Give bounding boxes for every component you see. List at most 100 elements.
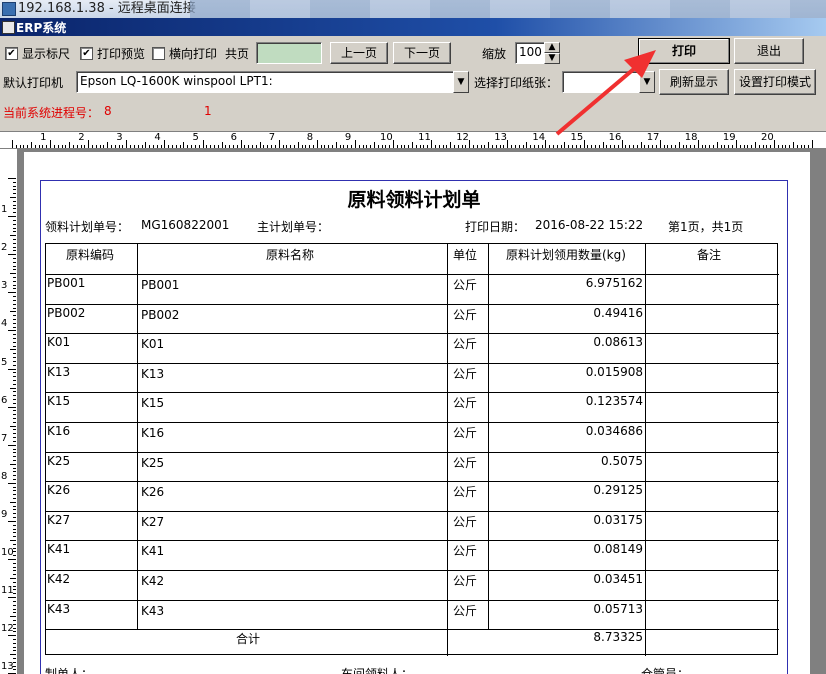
ruler-tick: [8, 292, 16, 294]
ruler-tick: [720, 145, 722, 148]
ruler-tick: [213, 145, 215, 148]
print-mode-button[interactable]: 设置打印模式: [734, 69, 816, 95]
ruler-tick: [13, 258, 16, 259]
table-row-line: [46, 392, 779, 394]
ruler-tick: [476, 145, 478, 148]
master-plan-label: 主计划单号：: [257, 220, 330, 234]
ruler-tick: [10, 197, 16, 199]
ruler-tick: [46, 145, 48, 148]
ruler-tick: [671, 145, 673, 148]
name-cell: K41: [141, 544, 165, 559]
ruler-tick: [324, 145, 326, 148]
ruler-tick: [13, 459, 16, 461]
ruler-tick: [202, 140, 204, 148]
ruler-tick: [13, 357, 16, 359]
code-cell: PB001: [47, 276, 86, 290]
refresh-button[interactable]: 刷新显示: [659, 69, 729, 95]
ruler-tick: [690, 145, 692, 148]
ruler-tick: [53, 145, 55, 148]
ruler-tick: [812, 140, 814, 148]
name-cell: PB002: [141, 307, 180, 322]
unit-cell: 公斤: [453, 603, 478, 618]
ruler-tick: [332, 145, 334, 148]
paper-select[interactable]: [562, 71, 640, 93]
ruler-tick: [13, 318, 16, 320]
ruler-tick: [8, 635, 16, 637]
ruler-tick: [172, 145, 174, 148]
ruler-tick: [13, 509, 16, 511]
ruler-tick: [617, 145, 619, 148]
ruler-tick: [564, 142, 566, 148]
qty-cell: 0.05713: [593, 601, 643, 616]
next-page-button[interactable]: 下一页: [393, 42, 451, 64]
ruler-number: 3: [116, 132, 123, 143]
ruler-tick: [522, 145, 524, 148]
ruler-tick: [312, 145, 314, 148]
ruler-number: 13: [1, 661, 14, 673]
ruler-tick: [419, 145, 421, 148]
printer-dropdown-icon[interactable]: ▼: [453, 71, 469, 93]
ruler-tick: [320, 145, 322, 148]
ruler-tick: [770, 145, 772, 148]
ruler-tick: [13, 204, 16, 206]
landscape-checkbox[interactable]: [152, 47, 165, 60]
paper-dropdown-icon[interactable]: ▼: [639, 71, 655, 93]
zoom-down-icon[interactable]: ▼: [544, 53, 560, 64]
ruler-tick: [377, 145, 379, 148]
ruler-tick: [61, 145, 63, 148]
zoom-input[interactable]: 100: [515, 42, 545, 64]
ruler-tick: [553, 145, 555, 148]
ruler-tick: [13, 619, 16, 621]
print-button[interactable]: 打印: [638, 38, 730, 64]
ruler-tick: [130, 145, 132, 148]
ruler-tick: [259, 142, 261, 148]
unit-cell: 公斤: [453, 574, 478, 588]
ruler-tick: [13, 566, 16, 568]
ruler-tick: [450, 142, 452, 148]
code-cell: PB002: [47, 305, 86, 320]
ruler-tick: [579, 145, 581, 148]
print-preview-checkbox[interactable]: ✔: [80, 47, 93, 60]
total-pages-field[interactable]: [256, 42, 322, 64]
ruler-tick: [210, 145, 212, 148]
ruler-tick: [373, 142, 375, 148]
ruler-tick: [808, 145, 810, 148]
ruler-tick: [187, 145, 189, 148]
ruler-tick: [13, 398, 16, 400]
ruler-tick: [412, 142, 414, 148]
ruler-tick: [13, 307, 16, 309]
ruler-tick: [13, 536, 16, 538]
printer-select[interactable]: Epson LQ-1600K winspool LPT1:: [76, 71, 454, 93]
exit-button[interactable]: 退出: [734, 38, 804, 64]
ruler-number: 4: [154, 132, 161, 143]
ruler-tick: [267, 145, 269, 148]
ruler-tick: [339, 145, 341, 148]
ruler-tick: [240, 140, 242, 148]
ruler-tick: [13, 418, 16, 420]
qty-cell: 0.5075: [601, 453, 643, 468]
ruler-tick: [13, 562, 16, 564]
ruler-tick: [13, 296, 16, 298]
ruler-tick: [724, 145, 726, 148]
name-cell: K43: [141, 603, 165, 618]
ruler-tick: [168, 145, 170, 148]
code-cell: K27: [47, 512, 71, 527]
ruler-tick: [446, 145, 448, 148]
ruler-tick: [152, 145, 154, 148]
ruler-tick: [13, 414, 16, 416]
table-col-line: [447, 244, 448, 630]
table-row-line: [46, 422, 779, 423]
prev-page-button[interactable]: 上一页: [330, 42, 388, 64]
ruler-tick: [511, 145, 513, 148]
ruler-tick: [10, 273, 16, 275]
print-preview-area[interactable]: 原料领料计划单 领料计划单号： MG160822001 主计划单号： 打印日期：…: [18, 149, 826, 674]
ruler-tick: [13, 486, 16, 488]
document-frame: 原料领料计划单 领料计划单号： MG160822001 主计划单号： 打印日期：…: [40, 180, 788, 674]
table-header-cell: 原料编码: [66, 248, 115, 262]
ruler-tick: [514, 145, 516, 148]
ruler-tick: [659, 140, 661, 148]
show-ruler-checkbox[interactable]: ✔: [5, 47, 18, 60]
ruler-tick: [556, 145, 558, 148]
zoom-up-icon[interactable]: ▲: [544, 42, 560, 53]
unit-cell: 公斤: [453, 544, 478, 559]
